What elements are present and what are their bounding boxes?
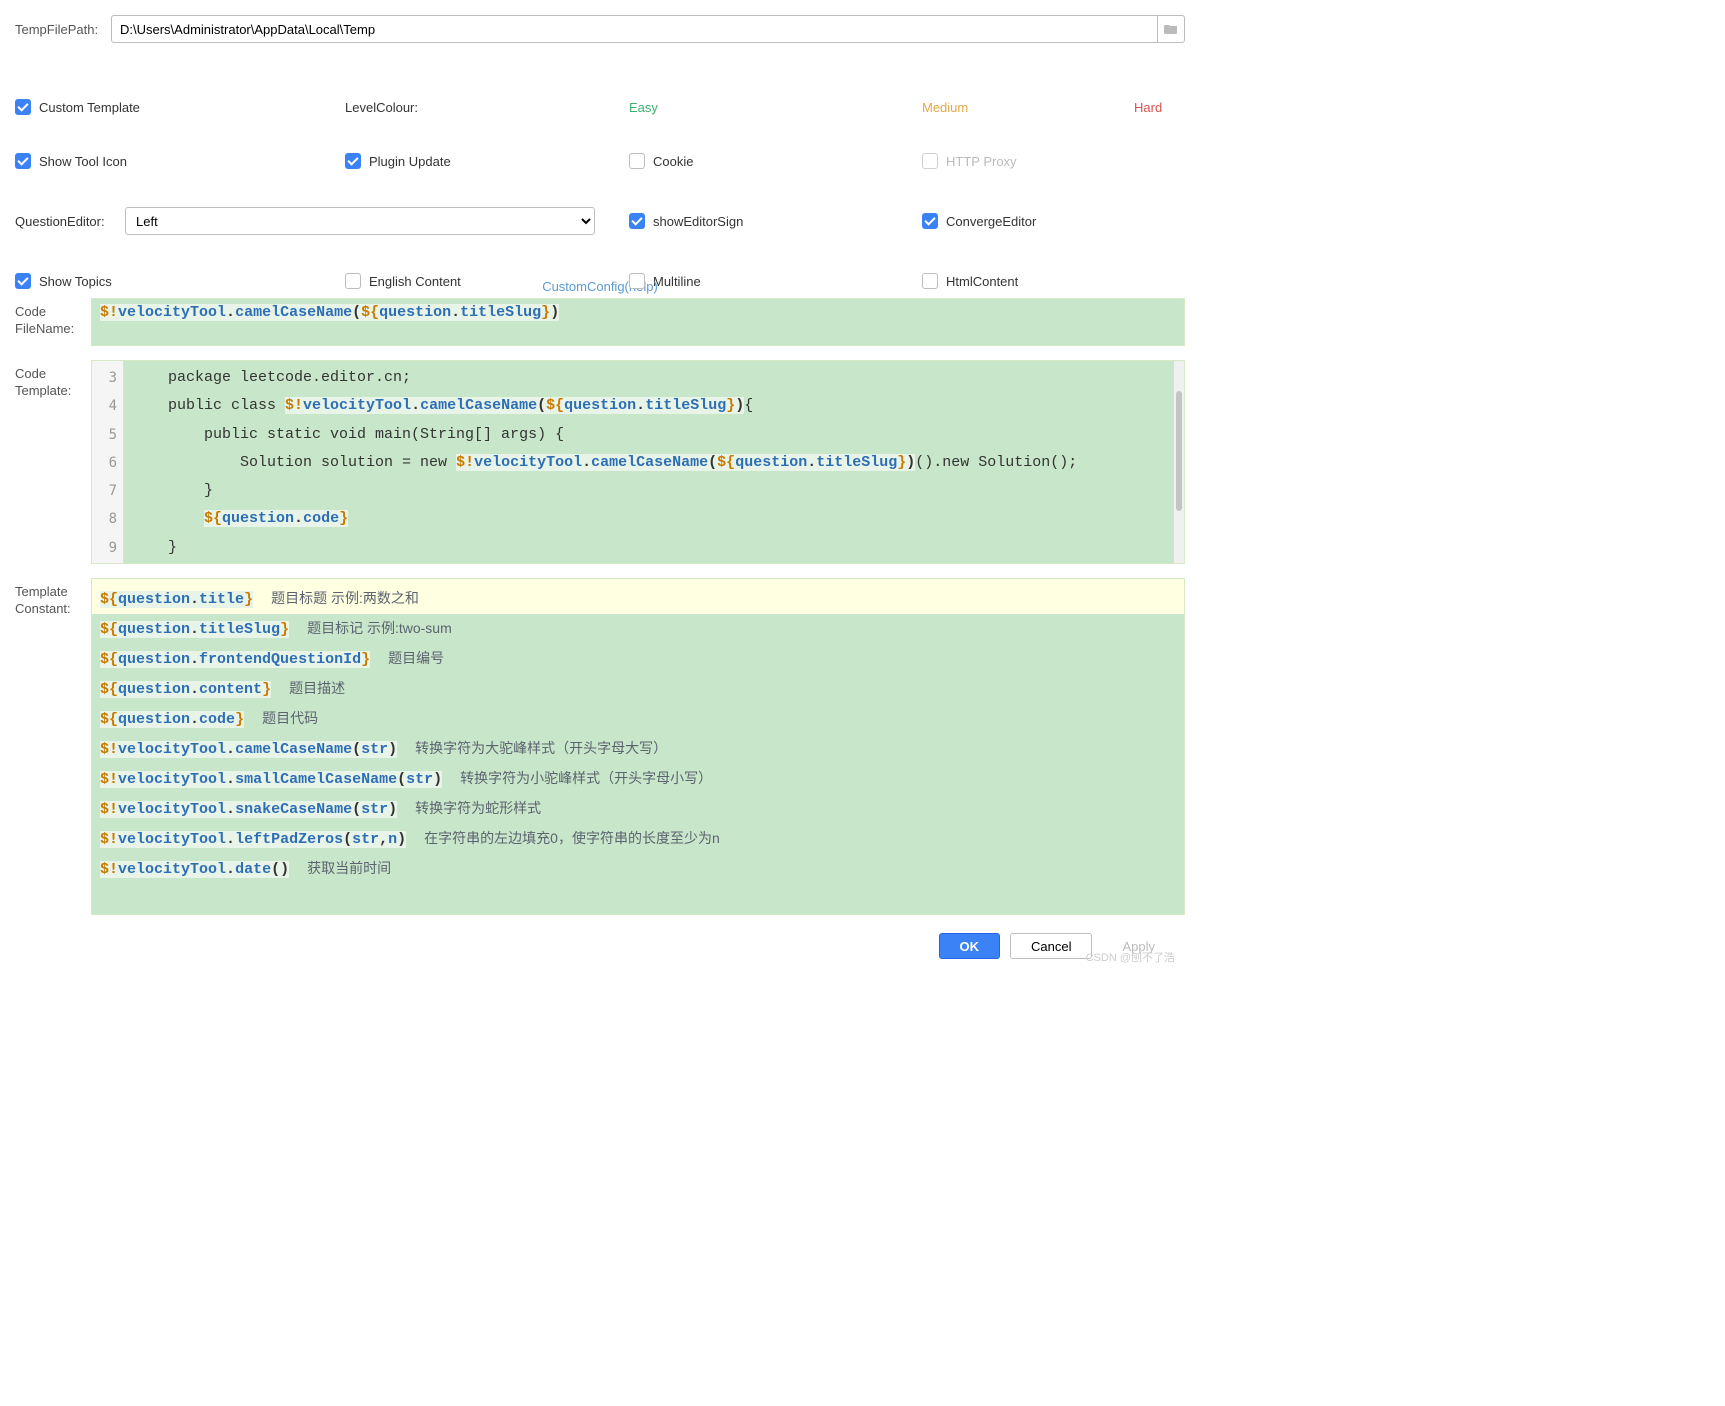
- cookie-checkbox[interactable]: [629, 153, 645, 169]
- code-filename-label: Code FileName:: [15, 298, 91, 338]
- apply-button: Apply: [1102, 933, 1175, 959]
- code-template-editor[interactable]: 3456789 package leetcode.editor.cn; publ…: [91, 360, 1185, 564]
- scrollbar[interactable]: [1173, 361, 1184, 563]
- folder-icon: [1164, 23, 1178, 35]
- show-editor-sign-checkbox[interactable]: [629, 213, 645, 229]
- multiline-checkbox[interactable]: [629, 273, 645, 289]
- cookie-label: Cookie: [653, 154, 693, 169]
- template-constant-editor[interactable]: ${question.title}题目标题 示例:两数之和 ${question…: [91, 578, 1185, 915]
- gutter: 3456789: [92, 361, 124, 563]
- level-hard-label: Hard: [1134, 100, 1162, 115]
- converge-editor-label: ConvergeEditor: [946, 214, 1036, 229]
- code-area[interactable]: package leetcode.editor.cn; public class…: [124, 361, 1184, 563]
- plugin-update-checkbox[interactable]: [345, 153, 361, 169]
- show-tool-icon-checkbox[interactable]: [15, 153, 31, 169]
- http-proxy-checkbox: [922, 153, 938, 169]
- converge-editor-checkbox[interactable]: [922, 213, 938, 229]
- english-content-checkbox[interactable]: [345, 273, 361, 289]
- english-content-label: English Content: [369, 274, 461, 289]
- show-topics-checkbox[interactable]: [15, 273, 31, 289]
- temp-file-path-label: TempFilePath:: [15, 22, 111, 37]
- browse-button[interactable]: [1157, 15, 1185, 43]
- http-proxy-label: HTTP Proxy: [946, 154, 1017, 169]
- code-filename-editor[interactable]: $!velocityTool.camelCaseName(${question.…: [91, 298, 1185, 346]
- level-colour-label: LevelColour:: [345, 100, 418, 115]
- question-editor-label: QuestionEditor:: [15, 214, 105, 229]
- custom-template-checkbox[interactable]: [15, 99, 31, 115]
- ok-button[interactable]: OK: [939, 933, 1001, 959]
- level-easy-label: Easy: [629, 100, 658, 115]
- template-constant-label: Template Constant:: [15, 578, 91, 618]
- scroll-thumb[interactable]: [1176, 391, 1182, 511]
- code-template-label: Code Template:: [15, 360, 91, 400]
- show-tool-icon-label: Show Tool Icon: [39, 154, 127, 169]
- show-editor-sign-label: showEditorSign: [653, 214, 743, 229]
- html-content-label: HtmlContent: [946, 274, 1018, 289]
- plugin-update-label: Plugin Update: [369, 154, 451, 169]
- show-topics-label: Show Topics: [39, 274, 112, 289]
- temp-file-path-input[interactable]: [111, 15, 1157, 43]
- custom-template-label: Custom Template: [39, 100, 140, 115]
- multiline-label: Multiline: [653, 274, 701, 289]
- question-editor-select[interactable]: Left: [125, 207, 595, 235]
- cancel-button[interactable]: Cancel: [1010, 933, 1092, 959]
- level-medium-label: Medium: [922, 100, 968, 115]
- html-content-checkbox[interactable]: [922, 273, 938, 289]
